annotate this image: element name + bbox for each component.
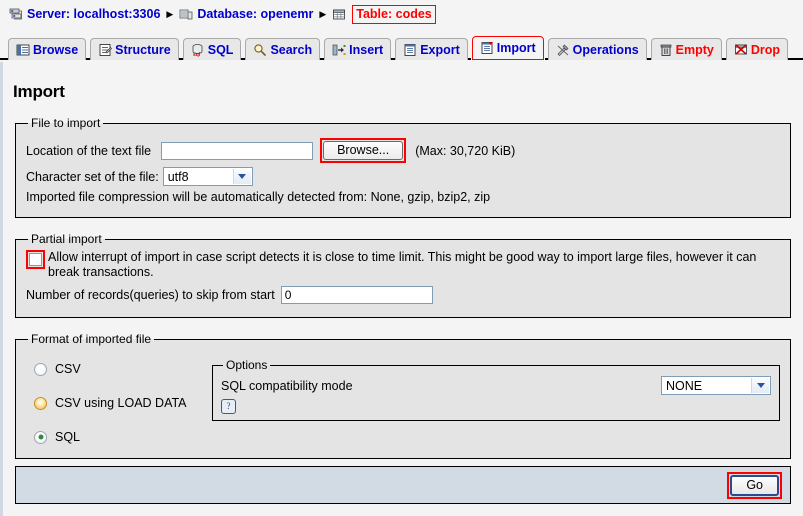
insert-icon [332,43,346,57]
breadcrumb-table-label[interactable]: Table: codes [352,5,435,24]
partial-import-section: Partial import Allow interrupt of import… [15,232,791,318]
table-icon [332,8,346,21]
file-location-row: Location of the text file Browse... (Max… [26,138,780,163]
browse-icon [16,43,30,57]
tab-operations[interactable]: Operations [548,38,647,60]
breadcrumb-database-label: Database: openemr [197,7,313,21]
export-icon [403,43,417,57]
format-option-csv-load-data-label: CSV using LOAD DATA [55,396,187,410]
tab-empty-label: Empty [676,43,714,57]
compression-note: Imported file compression will be automa… [26,190,490,204]
submit-bar: Go [15,466,791,504]
allow-interrupt-row: Allow interrupt of import in case script… [26,250,780,280]
browse-button[interactable]: Browse... [323,141,403,160]
tab-bar: Browse Structure sql SQL [0,28,803,60]
trash-icon [659,43,673,57]
charset-row: Character set of the file: utf8 [26,167,780,186]
tab-empty[interactable]: Empty [651,38,722,60]
charset-label: Character set of the file: [26,170,159,184]
sql-compatibility-row: SQL compatibility mode NONE [221,376,771,395]
skip-records-label: Number of records(queries) to skip from … [26,288,275,302]
chevron-down-icon [751,378,769,393]
drop-icon [734,43,748,57]
breadcrumb: Server: localhost:3306 ▶ Database: opene… [0,0,803,28]
help-icon[interactable]: ? [221,399,236,414]
tab-drop-label: Drop [751,43,780,57]
sql-compatibility-label: SQL compatibility mode [221,379,353,393]
tab-browse[interactable]: Browse [8,38,86,60]
skip-records-row: Number of records(queries) to skip from … [26,286,780,304]
svg-text:sql: sql [193,52,201,57]
allow-interrupt-checkbox[interactable] [29,253,42,266]
tab-drop[interactable]: Drop [726,38,788,60]
format-option-csv[interactable]: CSV [26,352,212,386]
file-to-import-legend: File to import [28,116,103,130]
allow-interrupt-highlight [26,250,45,269]
server-icon [9,8,23,21]
search-icon [253,43,267,57]
tab-browse-label: Browse [33,43,78,57]
sql-icon: sql [191,43,205,57]
import-icon [480,41,494,55]
browse-button-highlight: Browse... [320,138,406,163]
go-button-highlight: Go [727,472,782,499]
tab-search-label: Search [270,43,312,57]
tab-sql-label: SQL [208,43,234,57]
file-location-input[interactable] [161,142,313,160]
format-option-sql-label: SQL [55,430,80,444]
sql-compatibility-select[interactable]: NONE [661,376,771,395]
breadcrumb-database[interactable]: Database: openemr [179,7,313,21]
format-option-csv-load-data[interactable]: CSV using LOAD DATA [26,386,212,420]
format-legend: Format of imported file [28,332,154,346]
file-location-label: Location of the text file [26,144,151,158]
page-title: Import [13,82,803,102]
tab-import-label: Import [497,41,536,55]
tab-structure[interactable]: Structure [90,38,179,60]
radio-sql[interactable] [34,431,47,444]
skip-records-input[interactable] [281,286,433,304]
charset-select[interactable]: utf8 [163,167,253,186]
radio-csv-load-data[interactable] [34,397,47,410]
charset-select-value: utf8 [168,170,189,184]
page-content: Import File to import Location of the te… [0,62,803,516]
tab-export-label: Export [420,43,460,57]
radio-csv[interactable] [34,363,47,376]
format-option-sql[interactable]: SQL [26,420,212,454]
format-radio-group: CSV CSV using LOAD DATA SQL [26,350,212,454]
tab-insert[interactable]: Insert [324,38,391,60]
tab-export[interactable]: Export [395,38,468,60]
go-button[interactable]: Go [730,475,779,496]
file-to-import-section: File to import Location of the text file… [15,116,791,218]
allow-interrupt-label: Allow interrupt of import in case script… [48,250,780,280]
max-size-note: (Max: 30,720 KiB) [415,144,515,158]
format-section: Format of imported file CSV CSV using LO… [15,332,791,459]
tab-structure-label: Structure [115,43,171,57]
tab-import[interactable]: Import [472,36,544,60]
breadcrumb-server-label: Server: localhost:3306 [27,7,160,21]
tab-search[interactable]: Search [245,38,320,60]
format-option-csv-label: CSV [55,362,81,376]
format-body: CSV CSV using LOAD DATA SQL Options SQL … [26,350,780,454]
breadcrumb-server[interactable]: Server: localhost:3306 [9,7,160,21]
database-icon [179,8,193,21]
sql-compatibility-value: NONE [666,379,702,393]
tab-operations-label: Operations [573,43,639,57]
chevron-down-icon [233,169,251,184]
tab-sql[interactable]: sql SQL [183,38,242,60]
tab-insert-label: Insert [349,43,383,57]
breadcrumb-separator-1: ▶ [166,10,173,19]
options-section: Options SQL compatibility mode NONE ? [212,358,780,421]
breadcrumb-separator-2: ▶ [319,10,326,19]
partial-import-legend: Partial import [28,232,105,246]
options-legend: Options [223,358,270,372]
operations-icon [556,43,570,57]
structure-icon [98,43,112,57]
compression-note-row: Imported file compression will be automa… [26,190,780,204]
